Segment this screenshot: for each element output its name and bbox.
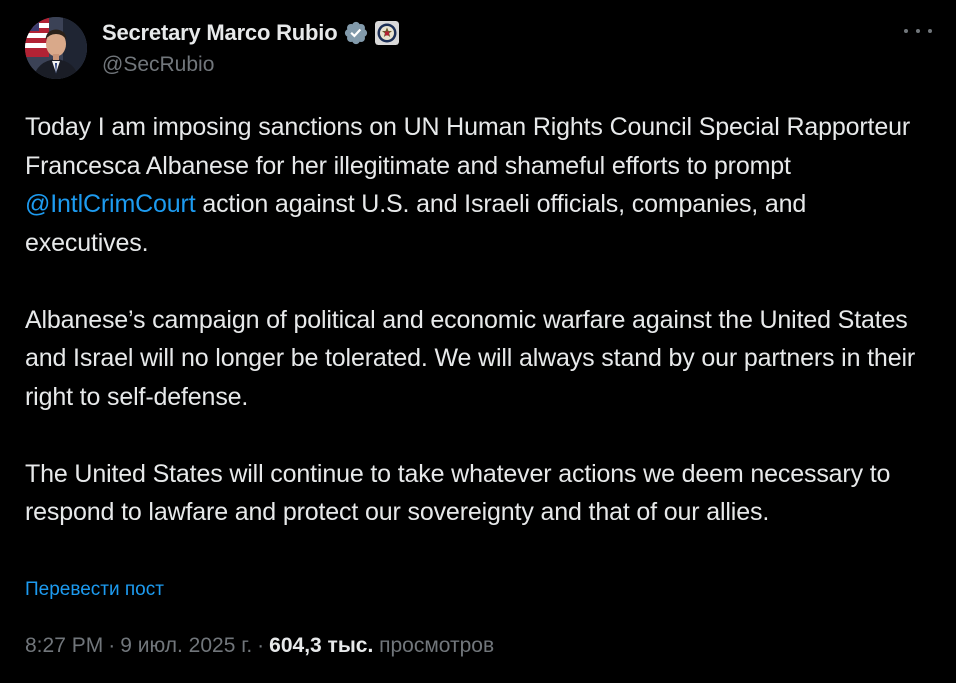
handle[interactable]: @SecRubio bbox=[102, 50, 862, 80]
post-paragraph-1: Today I am imposing sanctions on UN Huma… bbox=[25, 108, 935, 262]
separator: · bbox=[108, 634, 116, 657]
display-name[interactable]: Secretary Marco Rubio bbox=[102, 20, 338, 46]
translate-post-link[interactable]: Перевести пост bbox=[25, 576, 164, 604]
more-options-icon[interactable] bbox=[904, 20, 932, 42]
author-block: Secretary Marco Rubio @SecRubio bbox=[102, 16, 862, 80]
dot bbox=[928, 29, 932, 33]
dot bbox=[904, 29, 908, 33]
views-count[interactable]: 604,3 тыс. bbox=[269, 634, 373, 657]
verified-badge-icon[interactable] bbox=[343, 20, 369, 46]
department-seal-icon[interactable] bbox=[375, 21, 400, 45]
post-time[interactable]: 8:27 PM bbox=[25, 634, 103, 657]
separator: · bbox=[257, 634, 265, 657]
avatar[interactable] bbox=[25, 17, 87, 79]
dot bbox=[916, 29, 920, 33]
tweet: Secretary Marco Rubio @SecRubio Today I … bbox=[0, 0, 956, 683]
post-meta: 8:27 PM · 9 июл. 2025 г. · 604,3 тыс. просмо… bbox=[25, 630, 494, 662]
post-paragraph-3: The United States will continue to take … bbox=[25, 459, 891, 527]
post-date[interactable]: 9 июл. 2025 г. bbox=[120, 634, 252, 657]
post-text-segment: Today I am imposing sanctions on UN Huma… bbox=[25, 113, 911, 180]
post-paragraph-2: Albanese’s campaign of political and eco… bbox=[25, 305, 916, 411]
views-label: просмотров bbox=[379, 634, 495, 657]
name-row: Secretary Marco Rubio bbox=[102, 16, 862, 50]
post-text: Today I am imposing sanctions on UN Huma… bbox=[25, 108, 935, 532]
avatar-portrait bbox=[25, 17, 87, 79]
mention-link[interactable]: @IntlCrimCourt bbox=[25, 190, 196, 218]
